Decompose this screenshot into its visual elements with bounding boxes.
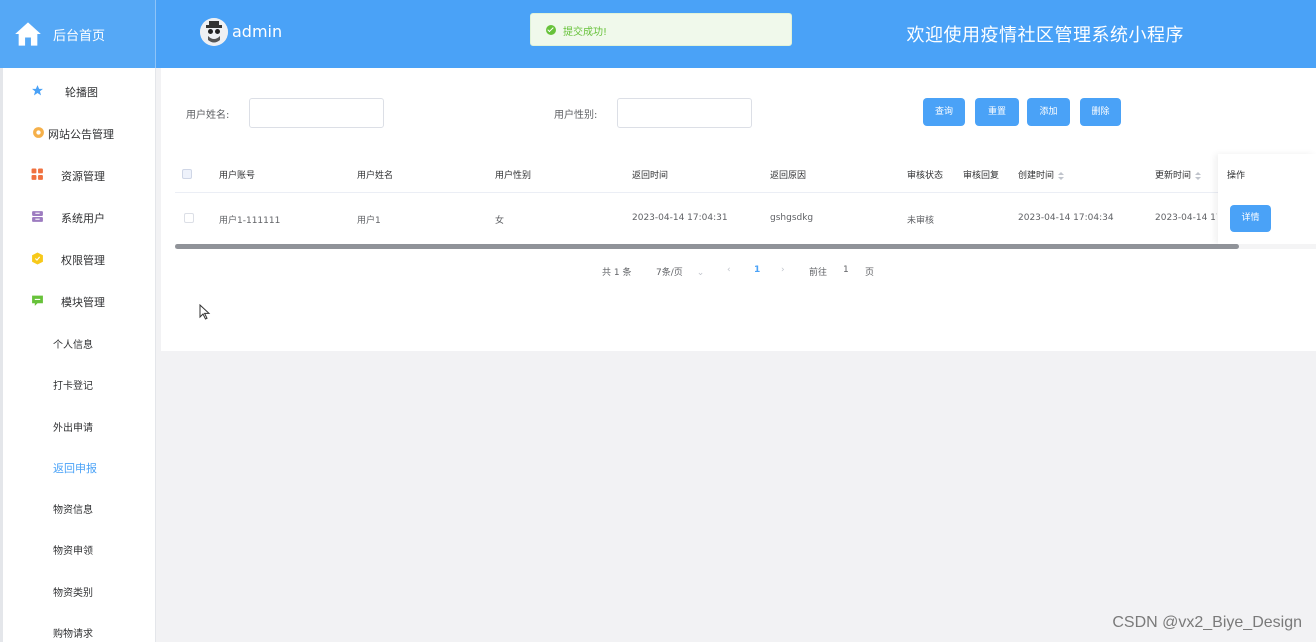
name-search-input[interactable] [249,98,384,128]
shield-icon [32,252,43,265]
cell-review-status: 未审核 [907,216,935,226]
prev-page-icon[interactable]: ‹ [727,265,731,275]
column-header-account: 用户账号 [219,171,256,181]
menu-item-announcement[interactable]: 网站公告管理 [3,118,156,148]
column-header-return-time: 返回时间 [632,171,669,181]
submenu-item-supplies-info[interactable]: 物资信息 [3,493,156,523]
home-link[interactable]: 后台首页 [0,0,156,68]
submenu-item-supplies-category[interactable]: 物资类别 [3,576,156,606]
submenu-item-outing-request[interactable]: 外出申请 [3,411,156,441]
reset-button[interactable]: 重置 [975,98,1019,126]
column-header-updated-time[interactable]: 更新时间 [1155,168,1202,181]
gender-search-label: 用户性别: [554,110,598,121]
cell-updated-time: 2023-04-14 17:04:34 [1155,213,1217,223]
submenu-label: 购物请求 [53,629,93,640]
submenu-label: 物资申领 [53,546,93,557]
cell-account: 用户1-111111 [219,216,281,226]
menu-item-resources[interactable]: 资源管理 [3,160,156,190]
menu-item-modules[interactable]: 模块管理 [3,286,156,316]
menu-label: 模块管理 [61,296,105,309]
page-suffix: 页 [865,268,875,278]
submenu-label: 返回申报 [53,462,97,475]
column-header-review-status: 审核状态 [907,171,944,181]
column-header-return-reason: 返回原因 [770,171,807,181]
row-checkbox[interactable] [184,213,194,223]
star-icon [32,85,43,96]
column-header-actions: 操作 [1227,171,1246,181]
home-icon [15,22,41,46]
add-button[interactable]: 添加 [1027,98,1070,126]
menu-label: 轮播图 [65,86,98,99]
home-label: 后台首页 [53,29,106,44]
menu-label: 网站公告管理 [48,128,114,141]
column-header-created-time[interactable]: 创建时间 [1018,168,1065,181]
submenu-item-supplies-claim[interactable]: 物资申领 [3,534,156,564]
site-title: 欢迎使用疫情社区管理系统小程序 [906,25,1184,46]
menu-label: 权限管理 [61,254,105,267]
submenu-item-personal-info[interactable]: 个人信息 [3,328,156,358]
cell-created-time: 2023-04-14 17:04:34 [1018,213,1114,223]
goto-page-input[interactable]: 1 [843,265,849,275]
current-page[interactable]: 1 [754,265,760,275]
goto-label: 前往 [809,268,828,278]
submenu-item-return-report[interactable]: 返回申报 [3,452,156,482]
page-size-select[interactable]: 7条/页 ⌄ [656,265,704,278]
user-box-icon [32,211,43,222]
message-icon [32,295,43,306]
menu-item-system-users[interactable]: 系统用户 [3,202,156,232]
header-divider [175,192,1316,193]
username[interactable]: admin [232,22,282,41]
menu-label: 资源管理 [61,170,105,183]
gender-search-input[interactable] [617,98,752,128]
avatar[interactable] [200,18,228,46]
chevron-down-icon: ⌄ [696,268,705,278]
sidebar: 轮播图 网站公告管理 资源管理 系统用户 权限管理 模块管理 个人信息 打卡登记… [0,68,156,642]
mouse-cursor-icon [199,304,211,320]
pagination-total: 共 1 条 [602,268,632,278]
submenu-label: 个人信息 [53,340,93,351]
column-header-name: 用户姓名 [357,171,394,181]
detail-button[interactable]: 详情 [1230,205,1271,232]
menu-item-carousel[interactable]: 轮播图 [3,76,156,106]
submenu-label: 打卡登记 [53,381,93,392]
cell-name: 用户1 [357,216,381,226]
delete-button[interactable]: 删除 [1080,98,1121,126]
toast-message: 提交成功! [563,27,608,38]
success-toast: 提交成功! [530,13,792,46]
sort-caret-icon[interactable] [1058,171,1065,180]
column-header-gender: 用户性别 [495,171,532,181]
main-panel: 用户姓名: 用户性别: 查询 重置 添加 删除 用户账号 用户姓名 用户性别 返… [161,68,1316,351]
menu-item-permissions[interactable]: 权限管理 [3,244,156,274]
top-header: 后台首页 admin 提交成功! 欢迎使用疫情社区管理系统小程序 [0,0,1316,68]
query-button[interactable]: 查询 [923,98,965,126]
menu-label: 系统用户 [61,212,105,225]
next-page-icon[interactable]: › [781,265,785,275]
watermark: CSDN @vx2_Biye_Design [1112,614,1302,631]
check-circle-icon [546,25,556,35]
submenu-item-purchase-request[interactable]: 购物请求 [3,617,156,642]
select-all-checkbox[interactable] [182,169,192,179]
grid-icon [31,168,43,180]
gear-badge-icon [33,127,44,138]
cell-return-reason: gshgsdkg [770,213,814,223]
submenu-label: 外出申请 [53,423,93,434]
cell-return-time: 2023-04-14 17:04:31 [632,213,728,223]
horizontal-scrollbar-thumb[interactable] [175,244,1239,249]
submenu-item-checkin[interactable]: 打卡登记 [3,369,156,399]
submenu-label: 物资类别 [53,588,93,599]
submenu-label: 物资信息 [53,505,93,516]
sort-caret-icon[interactable] [1195,171,1202,180]
name-search-label: 用户姓名: [186,110,230,121]
column-header-review-reply: 审核回复 [963,171,1000,181]
cell-gender: 女 [495,216,505,226]
